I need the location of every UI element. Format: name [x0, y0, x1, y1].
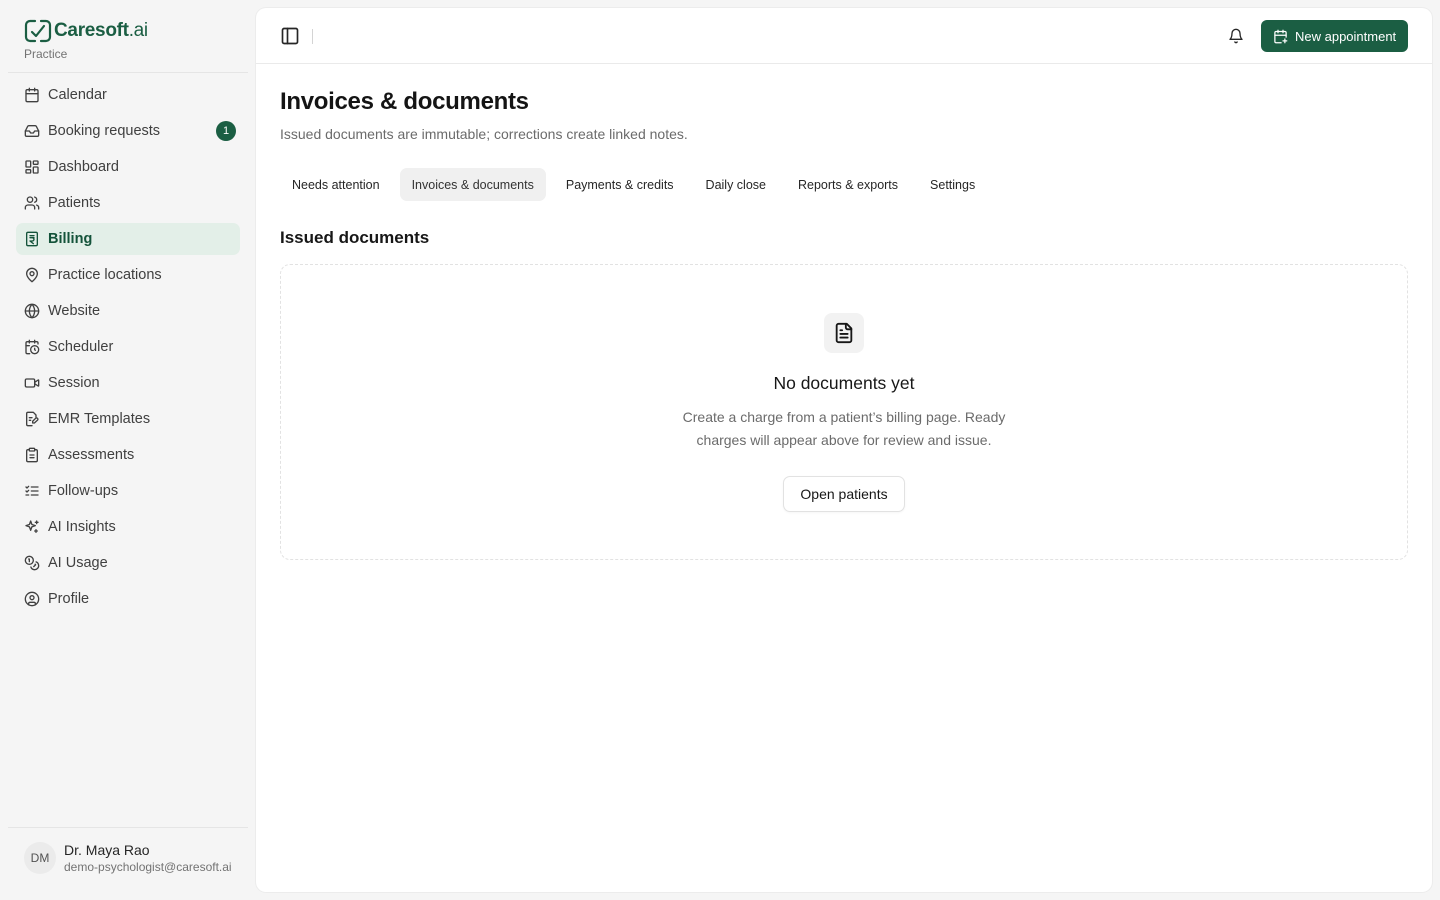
sidebar-item-follow-ups[interactable]: Follow-ups: [16, 475, 240, 507]
user-menu[interactable]: DM Dr. Maya Rao demo-psychologist@careso…: [24, 842, 232, 874]
bell-icon: [1229, 28, 1243, 44]
sidebar-divider: [8, 72, 248, 73]
sidebar-item-website[interactable]: Website: [16, 295, 240, 327]
sidebar-item-calendar[interactable]: Calendar: [16, 79, 240, 111]
sidebar-item-label: AI Usage: [48, 555, 108, 571]
open-patients-button[interactable]: Open patients: [783, 476, 905, 512]
sidebar-item-emr-templates[interactable]: EMR Templates: [16, 403, 240, 435]
sidebar-toggle-button[interactable]: [280, 26, 300, 46]
sidebar: Caresoft.ai Practice Calendar Booking re…: [0, 0, 256, 900]
content: Invoices & documents Issued documents ar…: [280, 88, 1408, 560]
sidebar-item-label: Calendar: [48, 87, 107, 103]
dashboard-icon: [25, 160, 39, 174]
globe-icon: [24, 303, 40, 319]
edit-document-icon: [26, 411, 39, 427]
sidebar-item-booking-requests[interactable]: Booking requests 1: [16, 115, 240, 147]
calendar-plus-icon: [1274, 29, 1288, 43]
tab-invoices-documents[interactable]: Invoices & documents: [399, 168, 546, 201]
sidebar-item-label: Dashboard: [48, 159, 119, 175]
sidebar-item-ai-usage[interactable]: AI Usage: [16, 547, 240, 579]
sidebar-item-label: Scheduler: [48, 339, 114, 355]
sidebar-item-practice-locations[interactable]: Practice locations: [16, 259, 240, 291]
sidebar-item-label: Profile: [48, 591, 90, 607]
tab-payments-credits[interactable]: Payments & credits: [554, 168, 686, 201]
sidebar-item-session[interactable]: Session: [16, 367, 240, 399]
list-check-icon: [25, 485, 39, 496]
video-icon: [24, 378, 40, 388]
sidebar-item-label: Billing: [48, 231, 93, 247]
sidebar-item-assessments[interactable]: Assessments: [16, 439, 240, 471]
coins-icon: [24, 555, 40, 571]
brand[interactable]: Caresoft.ai Practice: [24, 18, 148, 64]
notifications-button[interactable]: [1224, 24, 1248, 48]
empty-state-title: No documents yet: [773, 373, 915, 393]
tab-daily-close[interactable]: Daily close: [694, 168, 778, 201]
sidebar-item-label: Session: [48, 375, 100, 391]
sidebar-item-billing[interactable]: Billing: [16, 223, 240, 255]
page-title: Invoices & documents: [280, 88, 529, 115]
calendar-icon: [25, 87, 39, 103]
sidebar-item-label: Practice locations: [48, 267, 162, 283]
brand-subtitle: Practice: [24, 47, 68, 61]
new-appointment-label: New appointment: [1295, 28, 1397, 44]
tab-settings[interactable]: Settings: [918, 168, 987, 201]
map-pin-icon: [26, 267, 38, 283]
sidebar-item-label: Assessments: [48, 447, 135, 463]
toolbar-separator: [312, 29, 313, 44]
empty-state-icon-container: [824, 313, 864, 353]
brand-name: Caresoft.ai: [54, 20, 148, 41]
section-title: Issued documents: [280, 228, 430, 247]
inbox-icon: [24, 125, 40, 137]
sidebar-item-label: Website: [48, 303, 101, 319]
file-text-icon: [835, 322, 853, 344]
sparkles-icon: [25, 520, 39, 533]
sidebar-item-label: EMR Templates: [48, 411, 151, 427]
main-panel: New appointment Invoices & documents Iss…: [256, 8, 1432, 892]
user-email: demo-psychologist@caresoft.ai: [64, 860, 232, 874]
booking-requests-count-badge: 1: [216, 121, 236, 141]
page-subtitle: Issued documents are immutable; correcti…: [280, 126, 688, 142]
sidebar-divider: [8, 827, 248, 828]
calendar-clock-icon: [25, 339, 40, 355]
sidebar-item-profile[interactable]: Profile: [16, 583, 240, 615]
user-circle-icon: [24, 591, 40, 607]
empty-state: No documents yet Create a charge from a …: [280, 264, 1408, 560]
user-name: Dr. Maya Rao: [64, 842, 150, 858]
sidebar-item-dashboard[interactable]: Dashboard: [16, 151, 240, 183]
topbar: New appointment: [256, 8, 1432, 64]
tab-reports-exports[interactable]: Reports & exports: [786, 168, 910, 201]
receipt-icon: [26, 231, 38, 247]
new-appointment-button[interactable]: New appointment: [1261, 20, 1409, 52]
empty-state-description: Create a charge from a patient’s billing…: [682, 409, 1006, 448]
sidebar-item-label: AI Insights: [48, 519, 116, 535]
sidebar-item-patients[interactable]: Patients: [16, 187, 240, 219]
sidebar-item-label: Patients: [48, 195, 101, 211]
tab-needs-attention[interactable]: Needs attention: [280, 168, 392, 201]
caresoft-logo-icon: [24, 18, 52, 44]
avatar: DM: [24, 842, 56, 874]
sidebar-item-label: Booking requests: [48, 123, 161, 139]
clipboard-icon: [26, 447, 38, 463]
users-icon: [24, 196, 40, 210]
billing-tabs: Needs attention Invoices & documents Pay…: [280, 168, 1408, 201]
panel-left-icon: [281, 27, 299, 45]
sidebar-item-label: Follow-ups: [48, 483, 119, 499]
sidebar-nav: Calendar Booking requests 1 Dashboard Pa…: [16, 79, 240, 619]
sidebar-item-scheduler[interactable]: Scheduler: [16, 331, 240, 363]
sidebar-item-ai-insights[interactable]: AI Insights: [16, 511, 240, 543]
